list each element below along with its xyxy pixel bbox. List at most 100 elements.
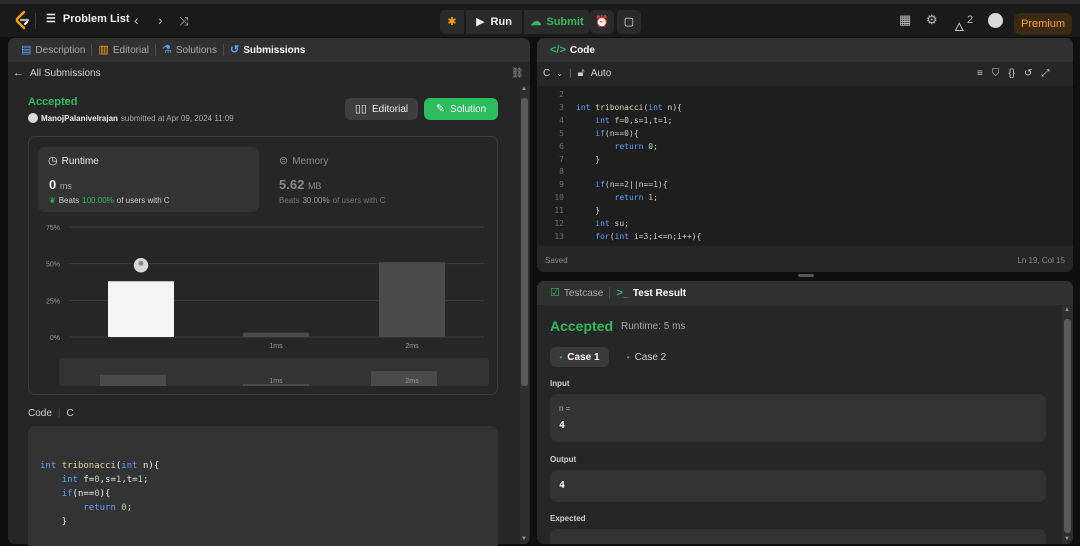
expected-box — [550, 529, 1046, 544]
tab-editorial[interactable]: ▥ Editorial — [94, 43, 153, 56]
back-to-submissions[interactable]: ← All Submissions — [13, 68, 101, 80]
solution-button[interactable]: ✎ Solution — [424, 98, 498, 120]
chevron-down-icon[interactable]: ⌄ — [556, 69, 563, 78]
runtime-distribution-chart[interactable]: 75% 50% 25% 0% 1ms 2ms 1ms 2ms — [29, 217, 499, 395]
case-1-tab[interactable]: • Case 1 — [550, 347, 609, 367]
left-tabs: ▤ Description ▥ Editorial ⚗ Solutions ↺ Subm… — [8, 38, 530, 62]
expected-label: Expected — [550, 514, 586, 523]
language-select[interactable]: C — [543, 68, 550, 79]
scrollbar-thumb[interactable] — [1064, 319, 1071, 533]
format-icon[interactable]: ≡ — [977, 68, 983, 79]
clock-icon: ◷ — [48, 155, 58, 167]
navigator-tick-label: 1ms — [269, 378, 283, 385]
submission-status: Accepted — [28, 96, 78, 108]
code-lang: C — [66, 408, 74, 419]
bar[interactable] — [108, 281, 174, 337]
bar[interactable] — [243, 332, 309, 337]
layout-icon[interactable]: ▦ — [899, 12, 911, 28]
tab-testcase[interactable]: ☑ Testcase — [546, 286, 607, 299]
case-2-tab[interactable]: • Case 2 — [617, 347, 676, 367]
editorial-button[interactable]: ▯▯ Editorial — [345, 98, 418, 120]
result-scrollbar[interactable]: ▲ ▼ — [1062, 305, 1073, 544]
auto-mode-label[interactable]: Auto — [591, 68, 612, 79]
memory-beats-prefix: Beats — [279, 196, 300, 205]
flask-icon: ⚗ — [161, 43, 172, 56]
output-label: Output — [550, 455, 577, 464]
debug-button[interactable]: ✱ — [440, 10, 464, 34]
bar[interactable] — [379, 262, 445, 337]
submitted-time: submitted at Apr 09, 2024 11:09 — [120, 113, 234, 123]
fire-icon[interactable]: 🜂 — [954, 13, 965, 38]
premium-button[interactable]: Premium — [1014, 13, 1072, 35]
runtime-header: ◷ Runtime — [48, 155, 99, 168]
result-status: Accepted — [550, 318, 614, 334]
problem-list-button[interactable]: ☰ Problem List — [46, 13, 130, 25]
divider — [91, 44, 93, 56]
tab-description-label: Description — [35, 44, 86, 56]
notes-button[interactable]: ▢ — [617, 10, 641, 34]
chevron-left-icon[interactable]: ‹ — [134, 12, 139, 28]
avatar[interactable] — [988, 13, 1003, 28]
editor-actions: ≡ ⛉ {} ↺ ⤢ — [977, 68, 1049, 79]
problem-list-label: Problem List — [62, 13, 130, 25]
run-button[interactable]: ▶ Run — [466, 10, 522, 34]
code-line: if(n==0){ — [61, 489, 111, 499]
memory-beats-suffix: of users with C — [332, 196, 386, 205]
code-line: for(int i=3;i<=n;i++){ — [595, 231, 702, 241]
leetcode-logo-icon[interactable] — [13, 10, 31, 30]
tab-test-result[interactable]: >_ Test Result — [612, 287, 690, 299]
line-number: 3 — [559, 102, 564, 112]
scroll-down-icon[interactable]: ▼ — [1064, 536, 1070, 542]
code-icon: </> — [550, 43, 566, 56]
book-icon: ▥ — [98, 43, 109, 56]
user-avatar[interactable] — [28, 113, 38, 123]
case-2-label: Case 2 — [634, 351, 667, 363]
memory-card[interactable]: ⊜ Memory — [279, 156, 328, 168]
lock-icon: 🔓︎ — [577, 67, 585, 79]
braces-icon[interactable]: {} — [1008, 68, 1015, 79]
runtime-card[interactable]: ◷ Runtime 0 ms ❦ Beats 100.00% of users w… — [38, 147, 259, 212]
runtime-value: 0 ms — [49, 177, 72, 192]
bookmark-icon[interactable]: ⛉ — [992, 68, 1000, 79]
scroll-down-icon[interactable]: ▼ — [521, 536, 527, 542]
scroll-up-icon[interactable]: ▲ — [521, 86, 527, 92]
tab-testcase-label: Testcase — [563, 287, 604, 299]
code-lines[interactable]: int tribonacci(int n){ int f=0,s=1,t=1; … — [576, 89, 701, 244]
y-tick-label: 50% — [46, 262, 60, 269]
runtime-number: 0 — [49, 177, 57, 192]
scroll-up-icon[interactable]: ▲ — [1064, 307, 1070, 313]
scrollbar-thumb[interactable] — [521, 98, 528, 386]
tab-code-label: Code — [569, 44, 595, 56]
line-numbers: 2 3 4 5 6 7 8 9 10 11 12 13 — [546, 89, 564, 244]
reset-icon[interactable]: ↺ — [1024, 68, 1032, 79]
tab-code[interactable]: </> Code — [546, 43, 599, 56]
list-icon: ☰ — [46, 12, 56, 25]
shuffle-icon[interactable]: ⤨ — [179, 14, 189, 29]
checkbox-icon: ☑ — [550, 286, 560, 299]
line-number: 7 — [559, 154, 564, 164]
tab-solutions[interactable]: ⚗ Solutions — [158, 43, 221, 56]
editor-toolbar: C ⌄ | 🔓︎ Auto — [543, 67, 612, 80]
navigator-bar — [100, 374, 166, 386]
gear-icon[interactable]: ⚙ — [926, 12, 938, 28]
tab-description[interactable]: ▤ Description — [17, 44, 89, 56]
line-number: 10 — [554, 193, 564, 203]
resize-handle[interactable] — [798, 274, 814, 277]
line-number: 12 — [554, 219, 564, 229]
line-number: 2 — [559, 90, 564, 99]
expand-icon[interactable]: ⤢ — [1041, 68, 1049, 79]
line-number: 8 — [559, 167, 564, 177]
left-scrollbar[interactable]: ▲ ▼ — [520, 86, 529, 544]
code-area[interactable]: 2 3 4 5 6 7 8 9 10 11 12 13 int tribonacci(int n){ … — [537, 86, 1073, 246]
alarm-button[interactable]: ⏰ — [590, 10, 614, 34]
link-icon[interactable]: ⛓ — [511, 68, 524, 79]
dot-icon: • — [626, 352, 630, 362]
input-value: 4 — [559, 420, 566, 431]
username[interactable]: ManojPalanivelrajan — [41, 114, 118, 123]
tab-submissions[interactable]: ↺ Submissions — [226, 43, 309, 56]
result-runtime: Runtime: 5 ms — [621, 321, 686, 332]
submit-button[interactable]: ☁ Submit — [524, 10, 590, 34]
history-icon: ↺ — [230, 43, 240, 56]
output-box: 4 — [550, 470, 1046, 502]
chevron-right-icon[interactable]: › — [158, 12, 163, 28]
